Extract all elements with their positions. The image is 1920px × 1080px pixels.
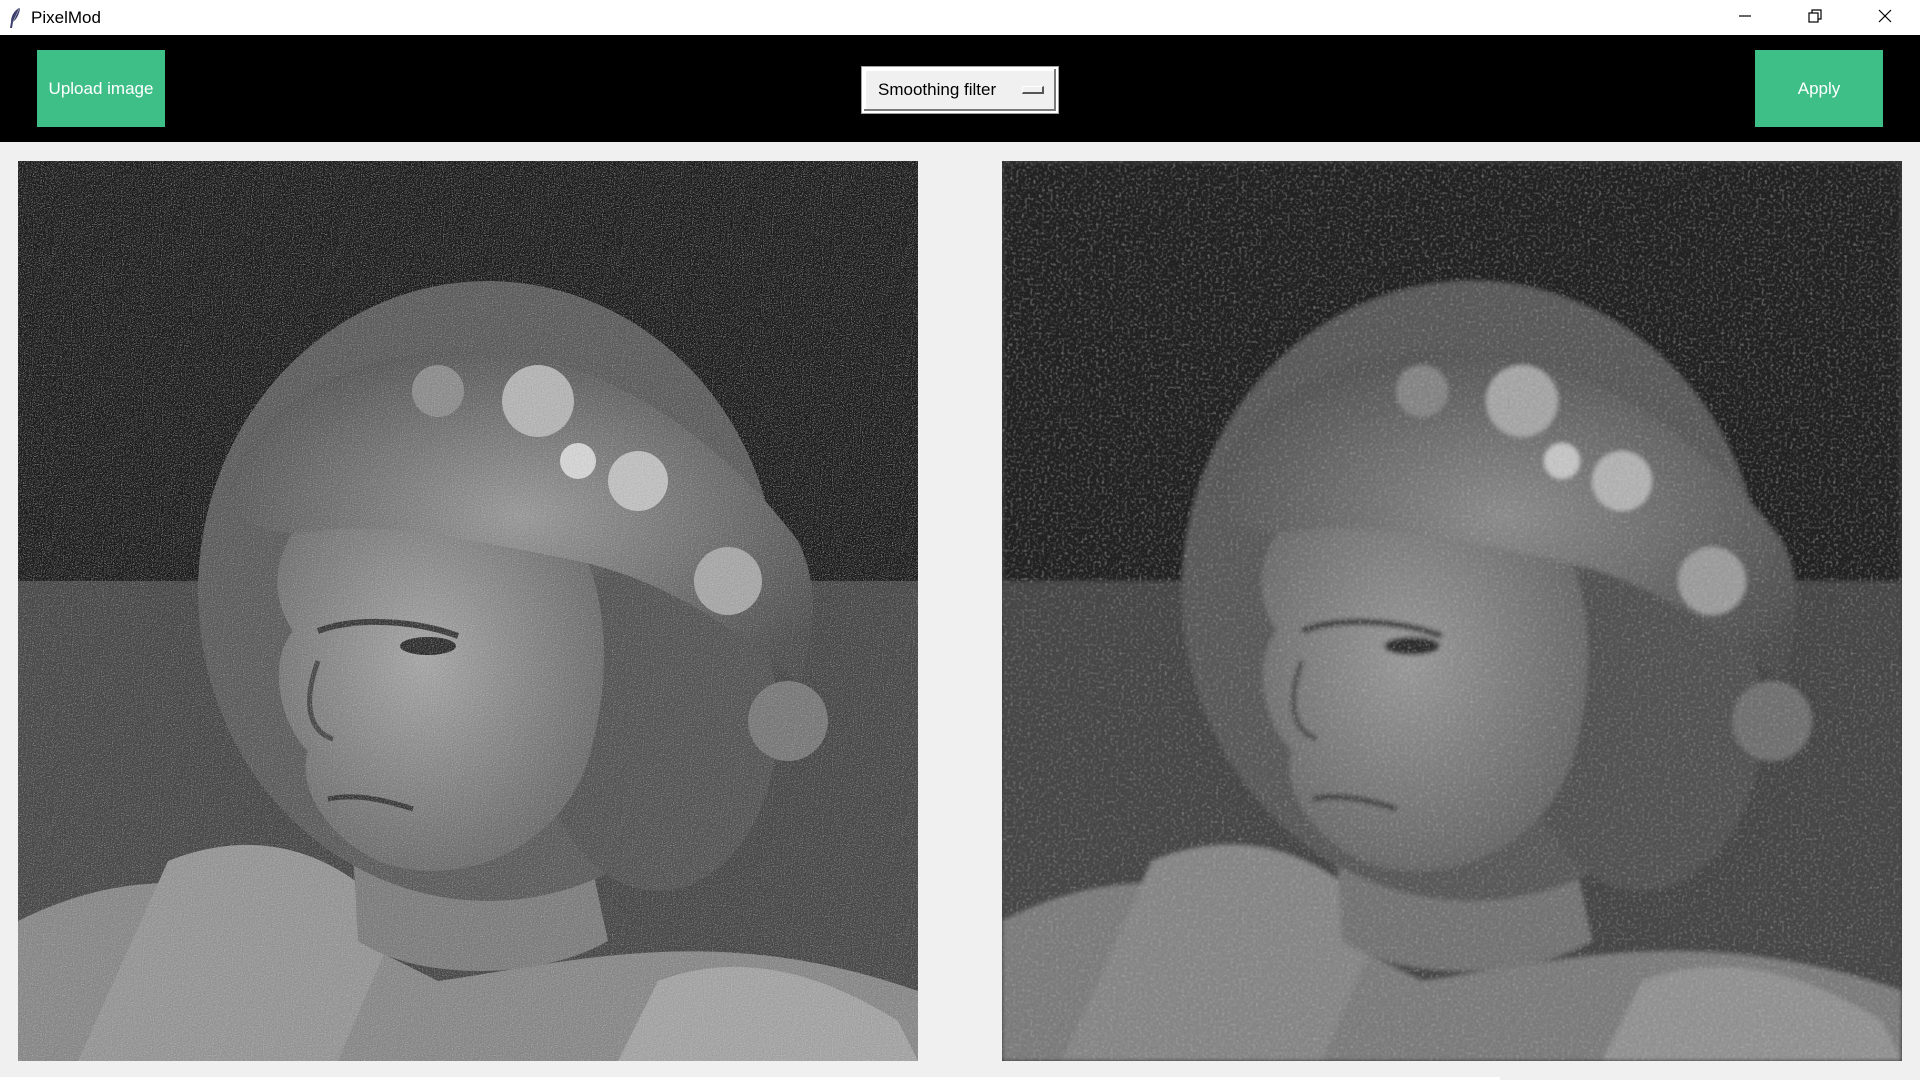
processed-image bbox=[1002, 161, 1902, 1061]
original-image-panel bbox=[18, 161, 918, 1061]
close-icon bbox=[1877, 8, 1893, 28]
app-window: PixelMod Upload image Smoothing filter A… bbox=[0, 0, 1920, 1080]
feather-icon bbox=[8, 7, 22, 29]
toolbar: Upload image Smoothing filter Apply bbox=[0, 35, 1920, 142]
dropdown-indicator-icon bbox=[1022, 86, 1044, 94]
filter-dropdown-value: Smoothing filter bbox=[878, 80, 997, 99]
window-controls bbox=[1710, 0, 1920, 35]
original-image bbox=[18, 161, 918, 1061]
title-bar: PixelMod bbox=[0, 0, 1920, 35]
upload-image-button[interactable]: Upload image bbox=[37, 50, 165, 127]
close-button[interactable] bbox=[1850, 0, 1920, 35]
restore-icon bbox=[1807, 8, 1823, 28]
apply-button[interactable]: Apply bbox=[1755, 50, 1883, 127]
minimize-icon bbox=[1737, 8, 1753, 28]
minimize-button[interactable] bbox=[1710, 0, 1780, 35]
window-title: PixelMod bbox=[31, 7, 101, 27]
processed-image-panel bbox=[1002, 161, 1902, 1061]
filter-dropdown[interactable]: Smoothing filter bbox=[862, 67, 1058, 113]
restore-button[interactable] bbox=[1780, 0, 1850, 35]
